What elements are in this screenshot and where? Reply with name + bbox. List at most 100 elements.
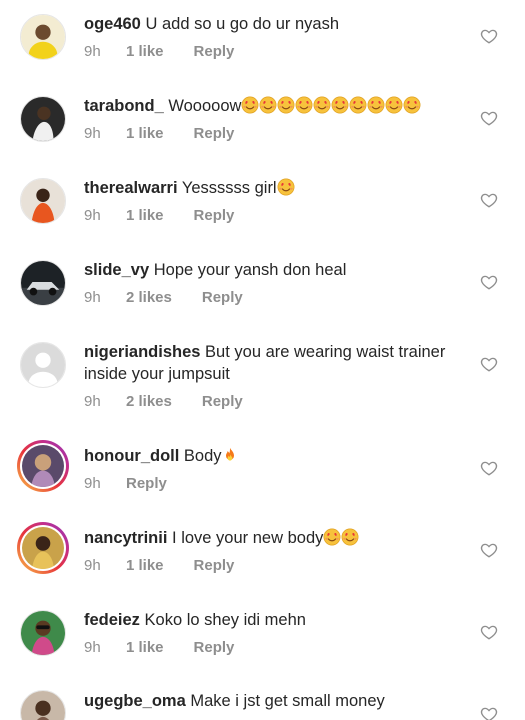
- comment-meta: 9h 2 likes Reply: [84, 289, 243, 306]
- heart-eyes-icon: [341, 528, 359, 552]
- comment-likes[interactable]: 1 like: [126, 639, 164, 656]
- avatar[interactable]: [17, 440, 69, 492]
- comment-text: slide_vy Hope your yansh don heal: [84, 259, 464, 281]
- reply-button[interactable]: Reply: [194, 125, 235, 142]
- avatar[interactable]: [20, 178, 66, 224]
- comment-meta: 9h 1 like Reply: [84, 207, 234, 224]
- comment-likes[interactable]: 2 likes: [126, 393, 172, 410]
- comment-meta: 9h 1 like Reply: [84, 43, 234, 60]
- heart-eyes-icon: [313, 96, 331, 120]
- comment-meta: 9h Reply: [84, 475, 167, 492]
- comment-body: Yessssss girl: [181, 179, 277, 197]
- avatar[interactable]: [20, 342, 66, 388]
- comment-body: Koko lo shey idi mehn: [144, 611, 306, 629]
- avatar-photo-orange-icon: [21, 179, 65, 223]
- heart-eyes-icon: [367, 96, 385, 120]
- comment-text: nigeriandishes But you are wearing waist…: [84, 341, 464, 385]
- avatar[interactable]: [17, 522, 69, 574]
- reply-button[interactable]: Reply: [194, 43, 235, 60]
- comment-time: 9h: [84, 557, 101, 574]
- comment-text: nancytrinii I love your new body: [84, 527, 464, 552]
- comment-likes[interactable]: 1 like: [126, 125, 164, 142]
- comment-body: U add so u go do ur nyash: [145, 15, 340, 33]
- avatar-photo-dark-icon: [21, 97, 65, 141]
- heart-icon[interactable]: [480, 273, 498, 291]
- heart-icon[interactable]: [480, 705, 498, 720]
- avatar-photo-green-icon: [21, 611, 65, 655]
- comment-meta: 9h 1 like Reply: [84, 639, 234, 656]
- comment-time: 9h: [84, 393, 101, 410]
- comment-time: 9h: [84, 639, 101, 656]
- comment-username[interactable]: nigeriandishes: [84, 343, 200, 361]
- heart-icon[interactable]: [480, 459, 498, 477]
- comment-body: Hope your yansh don heal: [153, 261, 347, 279]
- reply-button[interactable]: Reply: [202, 393, 243, 410]
- avatar-photo-yellow-icon: [21, 15, 65, 59]
- comment-time: 9h: [84, 475, 101, 492]
- reply-button[interactable]: Reply: [126, 475, 167, 492]
- comment-likes[interactable]: 1 like: [126, 207, 164, 224]
- avatar[interactable]: [20, 690, 66, 720]
- heart-eyes-icon: [323, 528, 341, 552]
- comment-time: 9h: [84, 125, 101, 142]
- avatar-photo-brown-icon: [21, 691, 65, 720]
- heart-eyes-icon: [259, 96, 277, 120]
- comment-meta: 9h 2 likes Reply: [84, 393, 243, 410]
- avatar-photo-car-icon: [21, 261, 65, 305]
- heart-eyes-icon: [331, 96, 349, 120]
- avatar[interactable]: [20, 14, 66, 60]
- avatar[interactable]: [20, 96, 66, 142]
- comment-time: 9h: [84, 289, 101, 306]
- comment-body: Make i jst get small money: [190, 692, 385, 710]
- comment-likes[interactable]: 1 like: [126, 43, 164, 60]
- heart-eyes-icon: [349, 96, 367, 120]
- emoji-row: [323, 528, 359, 547]
- reply-button[interactable]: Reply: [194, 557, 235, 574]
- story-ring: [20, 525, 66, 571]
- comment-username[interactable]: slide_vy: [84, 261, 149, 279]
- heart-eyes-icon: [277, 178, 295, 202]
- heart-eyes-icon: [241, 96, 259, 120]
- comment-username[interactable]: therealwarri: [84, 179, 178, 197]
- comment-text: fedeiez Koko lo shey idi mehn: [84, 609, 464, 631]
- comment-body: Wooooow: [168, 97, 242, 115]
- comment-time: 9h: [84, 207, 101, 224]
- heart-icon[interactable]: [480, 355, 498, 373]
- comment-username[interactable]: nancytrinii: [84, 529, 167, 547]
- comment-text: tarabond_ Wooooow: [84, 95, 464, 120]
- heart-eyes-icon: [385, 96, 403, 120]
- comment-text: therealwarri Yessssss girl: [84, 177, 464, 202]
- comment-username[interactable]: oge460: [84, 15, 141, 33]
- comment-likes[interactable]: 2 likes: [126, 289, 172, 306]
- reply-button[interactable]: Reply: [202, 289, 243, 306]
- heart-icon[interactable]: [480, 109, 498, 127]
- avatar[interactable]: [20, 610, 66, 656]
- comment-username[interactable]: fedeiez: [84, 611, 140, 629]
- heart-eyes-icon: [277, 96, 295, 120]
- comment-text: oge460 U add so u go do ur nyash: [84, 13, 464, 35]
- comment-text: honour_doll Body: [84, 445, 464, 470]
- comment-body: Body: [183, 447, 222, 465]
- reply-button[interactable]: Reply: [194, 639, 235, 656]
- comment-username[interactable]: tarabond_: [84, 97, 164, 115]
- comment-time: 9h: [84, 43, 101, 60]
- comment-meta: 9h 1 like Reply: [84, 125, 234, 142]
- comment-body: I love your new body: [172, 529, 324, 547]
- heart-icon[interactable]: [480, 27, 498, 45]
- reply-button[interactable]: Reply: [194, 207, 235, 224]
- comment-text: ugegbe_oma Make i jst get small money: [84, 690, 464, 712]
- heart-icon[interactable]: [480, 623, 498, 641]
- fire-icon: [222, 446, 238, 470]
- comment-likes[interactable]: 1 like: [126, 557, 164, 574]
- heart-icon[interactable]: [480, 541, 498, 559]
- story-ring: [20, 443, 66, 489]
- heart-eyes-icon: [403, 96, 421, 120]
- emoji-row: [241, 96, 421, 115]
- avatar[interactable]: [20, 260, 66, 306]
- heart-icon[interactable]: [480, 191, 498, 209]
- emoji-row: [222, 447, 238, 465]
- comment-username[interactable]: ugegbe_oma: [84, 692, 186, 710]
- heart-eyes-icon: [295, 96, 313, 120]
- avatar-photo-purple-icon: [22, 445, 64, 487]
- comment-username[interactable]: honour_doll: [84, 447, 179, 465]
